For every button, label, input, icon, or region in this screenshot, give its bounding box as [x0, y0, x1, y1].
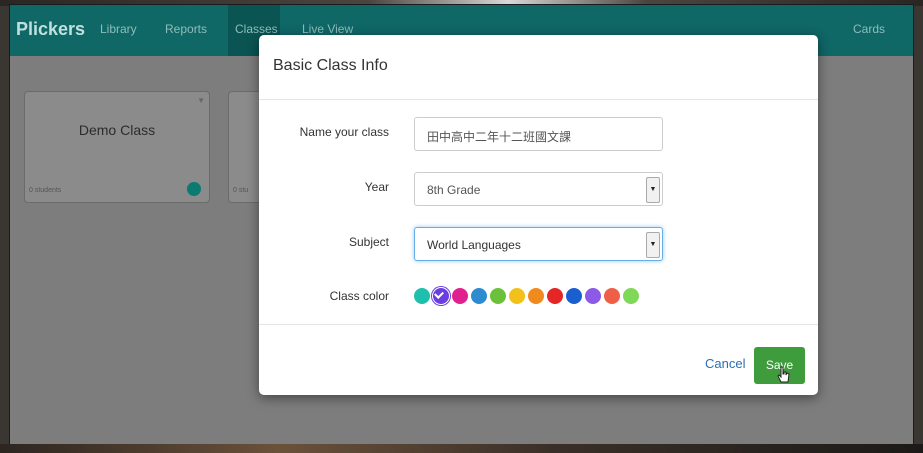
modal-footer-divider	[259, 324, 818, 325]
class-color-dot	[187, 182, 201, 196]
class-card-student-count: 0 students	[29, 187, 62, 194]
nav-classes[interactable]: Classes	[235, 22, 278, 36]
select-arrow-icon[interactable]: ▼	[646, 177, 660, 203]
class-card-title: Demo Class	[78, 122, 156, 138]
class-color-swatch[interactable]	[471, 288, 487, 304]
class-color-swatch[interactable]	[414, 288, 430, 304]
class-color-swatch[interactable]	[623, 288, 639, 304]
year-label: Year	[364, 180, 389, 194]
select-arrow-icon[interactable]: ▼	[646, 232, 660, 258]
chevron-down-icon[interactable]: ▼	[197, 96, 205, 105]
checkmark-icon	[434, 289, 444, 299]
class-color-swatch[interactable]	[604, 288, 620, 304]
app-frame: Plickers Library Reports Classes Live Vi…	[9, 4, 914, 446]
save-button[interactable]: Save	[754, 347, 805, 384]
nav-cards[interactable]: Cards	[853, 22, 885, 36]
brand-logo[interactable]: Plickers	[16, 19, 85, 40]
class-color-label: Class color	[329, 289, 389, 303]
class-color-swatch[interactable]	[585, 288, 601, 304]
year-select[interactable]: 8th Grade ▼	[414, 172, 663, 206]
class-card-demo[interactable]: ▼ Demo Class 0 students	[24, 91, 210, 203]
cancel-button[interactable]: Cancel	[705, 356, 745, 371]
nav-reports[interactable]: Reports	[165, 22, 207, 36]
subject-select-value: World Languages	[427, 238, 521, 252]
class-color-swatch[interactable]	[452, 288, 468, 304]
subject-select[interactable]: World Languages ▼	[414, 227, 663, 261]
nav-live-view[interactable]: Live View	[302, 22, 353, 36]
class-name-input[interactable]: 田中高中二年十二班國文課	[414, 117, 663, 151]
class-card-student-count: 0 stu	[233, 187, 249, 194]
class-color-swatch[interactable]	[528, 288, 544, 304]
hand-cursor-icon	[777, 366, 790, 383]
name-label: Name your class	[299, 125, 389, 139]
year-select-value: 8th Grade	[427, 183, 481, 197]
nav-library[interactable]: Library	[100, 22, 137, 36]
modal-title: Basic Class Info	[273, 57, 388, 74]
basic-class-info-modal: Basic Class Info Name your class 田中高中二年十…	[259, 35, 818, 395]
window-bottom-edge	[0, 444, 923, 453]
class-color-swatch[interactable]	[547, 288, 563, 304]
class-color-swatch[interactable]	[509, 288, 525, 304]
modal-header-divider	[259, 99, 818, 100]
class-color-swatch[interactable]	[566, 288, 582, 304]
class-color-swatch[interactable]	[490, 288, 506, 304]
class-color-swatch[interactable]	[433, 288, 449, 304]
subject-label: Subject	[348, 235, 389, 249]
